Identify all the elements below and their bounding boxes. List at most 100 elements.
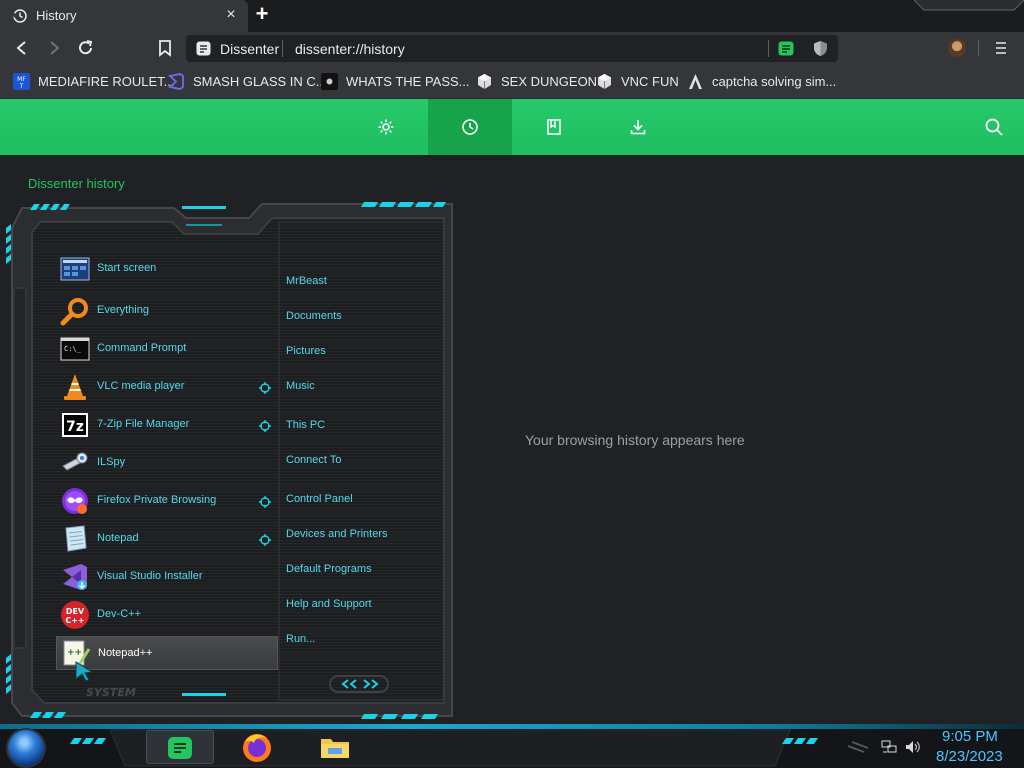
7zip-icon: 7z: [62, 413, 88, 437]
network-icon[interactable]: [881, 740, 897, 754]
dissenter-icon: [168, 737, 192, 759]
place-run[interactable]: Run...: [286, 633, 315, 645]
mediafire-icon: MF T: [13, 72, 30, 90]
tab-close-icon[interactable]: ×: [222, 6, 240, 24]
place-this-pc[interactable]: This PC: [286, 419, 325, 431]
program-item-ilspy[interactable]: ILSpy: [56, 446, 278, 480]
start-button[interactable]: [8, 730, 44, 766]
bookmark-item[interactable]: VNC FUN: [596, 71, 679, 91]
file-explorer-icon[interactable]: [318, 730, 352, 764]
svg-text:T: T: [19, 83, 24, 90]
program-item-command-prompt[interactable]: C:\_ Command Prompt: [56, 332, 278, 366]
firefox-private-icon: [62, 488, 88, 514]
cube-favicon-icon: [478, 73, 491, 89]
forward-icon[interactable]: [44, 38, 64, 58]
downloads-button[interactable]: [596, 99, 680, 155]
tab-strip: History × +: [0, 0, 1024, 32]
clock-time[interactable]: 9:05 PM: [942, 728, 998, 745]
pin-marker-icon: [259, 382, 271, 394]
tab-title: History: [36, 8, 77, 23]
start-screen-icon: [60, 257, 90, 281]
program-item-7zip[interactable]: 7z 7-Zip File Manager: [56, 408, 278, 442]
taskbar-app-dissenter[interactable]: [146, 730, 214, 764]
tab-history[interactable]: History ×: [0, 0, 248, 32]
page-title: Dissenter history: [28, 176, 125, 191]
program-item-start-screen[interactable]: Start screen: [56, 252, 278, 286]
program-item-notepad[interactable]: Notepad: [56, 522, 278, 556]
svg-text:C++: C++: [65, 616, 84, 625]
divider: [768, 40, 769, 57]
program-item-vs-installer[interactable]: Visual Studio Installer: [56, 560, 278, 594]
bookmark-item[interactable]: WHATS THE PASS...: [321, 71, 470, 91]
svg-text:MF: MF: [17, 76, 26, 83]
settings-button[interactable]: [344, 99, 428, 155]
site-name: Dissenter: [220, 41, 280, 57]
gear-favicon-icon: [321, 72, 338, 90]
pin-marker-icon: [259, 534, 271, 546]
place-mrbeast[interactable]: MrBeast: [286, 275, 327, 287]
shield-icon[interactable]: [813, 40, 828, 57]
cube-favicon-icon: [598, 73, 611, 89]
bookmarks-icon: [547, 119, 561, 135]
bookmarks-bar: MF T MEDIAFIRE ROULET... SMASH GLASS IN …: [0, 64, 1024, 99]
magnifier-icon: [60, 298, 88, 326]
bookmark-item[interactable]: captcha solving sim...: [687, 71, 836, 91]
notepad-icon: [65, 525, 87, 552]
taskbar-glow: [0, 724, 1024, 729]
place-control-panel[interactable]: Control Panel: [286, 493, 353, 505]
divider: [282, 40, 283, 57]
menu-icon[interactable]: [994, 40, 1008, 56]
place-pictures[interactable]: Pictures: [286, 345, 326, 357]
place-devices-printers[interactable]: Devices and Printers: [286, 528, 388, 540]
url-text[interactable]: dissenter://history: [295, 41, 405, 57]
place-documents[interactable]: Documents: [286, 310, 342, 322]
bookmark-item[interactable]: MF T MEDIAFIRE ROULET...: [13, 71, 175, 91]
empty-history-message: Your browsing history appears here: [525, 432, 745, 448]
settings-icon: [378, 119, 394, 135]
bookmark-item[interactable]: SMASH GLASS IN C...: [168, 71, 327, 91]
bookmark-item[interactable]: SEX DUNGEON: [476, 71, 597, 91]
place-connect-to[interactable]: Connect To: [286, 454, 341, 466]
volume-icon[interactable]: [905, 740, 921, 754]
back-icon[interactable]: [12, 38, 32, 58]
dissenter-comments-icon[interactable]: [778, 41, 794, 56]
new-tab-button[interactable]: +: [252, 3, 272, 26]
bookmarks-button[interactable]: [512, 99, 596, 155]
history-header: [0, 99, 1024, 155]
reload-icon[interactable]: [76, 38, 96, 58]
ilspy-icon: [62, 452, 88, 471]
firefox-icon[interactable]: [240, 730, 274, 764]
place-default-programs[interactable]: Default Programs: [286, 563, 372, 575]
divider: [978, 40, 979, 56]
browser-toolbar: Dissenter dissenter://history: [0, 32, 1024, 64]
history-clock-icon: [12, 9, 27, 23]
bookmark-icon[interactable]: [155, 38, 175, 58]
svg-text:7z: 7z: [66, 419, 84, 435]
program-item-vlc[interactable]: VLC media player: [56, 370, 278, 404]
search-icon[interactable]: [984, 117, 1004, 137]
program-item-firefox-private[interactable]: Firefox Private Browsing: [56, 484, 278, 518]
svg-text:DEV: DEV: [66, 607, 85, 616]
devcpp-icon: DEV C++: [61, 601, 89, 629]
dissenter-site-icon: [196, 41, 211, 56]
visual-studio-icon: [168, 72, 184, 90]
program-item-everything[interactable]: Everything: [56, 294, 278, 328]
pin-marker-icon: [259, 496, 271, 508]
pin-marker-icon: [259, 420, 271, 432]
clock-date[interactable]: 8/23/2023: [936, 748, 1003, 765]
address-bar[interactable]: Dissenter dissenter://history: [186, 35, 838, 62]
svg-text:++: ++: [67, 648, 82, 658]
arch-favicon-icon: [689, 73, 702, 89]
downloads-icon: [630, 120, 646, 135]
mouse-cursor-icon: [75, 661, 94, 682]
profile-avatar[interactable]: [948, 39, 966, 57]
system-footer-text: SYSTEM: [86, 686, 136, 699]
cmd-icon: C:\_: [60, 337, 90, 361]
program-item-devcpp[interactable]: DEV C++ Dev-C++: [56, 598, 278, 632]
history-icon: [462, 119, 478, 135]
svg-text:C:\_: C:\_: [64, 345, 82, 353]
place-music[interactable]: Music: [286, 380, 315, 392]
vlc-cone-icon: [64, 374, 86, 400]
history-button[interactable]: [428, 99, 512, 155]
place-help-support[interactable]: Help and Support: [286, 598, 372, 610]
